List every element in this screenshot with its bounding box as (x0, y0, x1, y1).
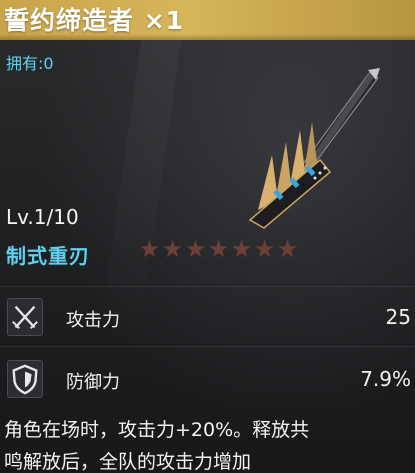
description-line: 角色在场时，攻击力+20%。释放共 (4, 419, 310, 441)
stat-row-attack: 攻击力 25 (0, 296, 415, 340)
stat-label-defense: 防御力 (66, 372, 120, 393)
item-title: 誓约缔造者 ×1 (4, 6, 185, 35)
shield-icon (7, 360, 43, 398)
weapon-level: Lv.1/10 (6, 205, 79, 229)
star-icon: ★ (230, 235, 253, 263)
star-icon: ★ (253, 235, 276, 263)
owned-count: 拥有:0 (6, 54, 54, 73)
divider (0, 346, 415, 347)
star-icon: ★ (184, 235, 207, 263)
star-icon: ★ (207, 235, 230, 263)
divider (0, 286, 415, 287)
star-icon: ★ (138, 235, 161, 263)
item-title-banner: 誓约缔造者 ×1 (0, 0, 415, 40)
stat-value-defense: 7.9% (360, 367, 411, 391)
description-line: 鸣解放后，全队的攻击力增加 (4, 451, 252, 473)
stat-label-attack: 攻击力 (66, 310, 120, 331)
sword-cross-icon (7, 298, 43, 336)
stat-value-attack: 25 (385, 305, 411, 329)
star-icon: ★ (276, 235, 299, 263)
rarity-stars: ★ ★ ★ ★ ★ ★ ★ (138, 236, 299, 262)
weapon-image (220, 60, 390, 230)
weapon-type: 制式重刃 (6, 244, 90, 268)
weapon-effect-description: 角色在场时，攻击力+20%。释放共 鸣解放后，全队的攻击力增加 (4, 414, 415, 473)
stat-row-defense: 防御力 7.9% (0, 358, 415, 402)
star-icon: ★ (161, 235, 184, 263)
